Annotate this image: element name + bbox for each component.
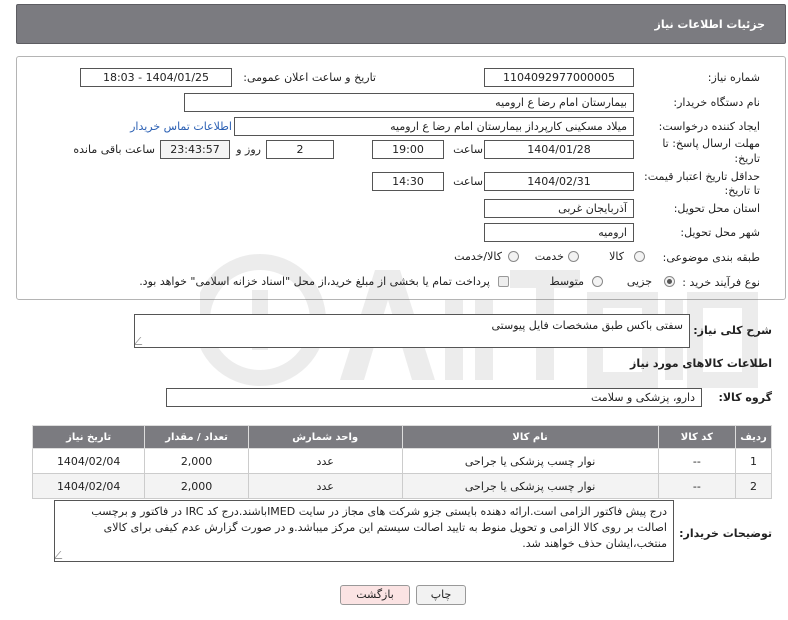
- goods-table-header: ردیف کد کالا نام کالا واحد شمارش تعداد /…: [31, 425, 772, 449]
- category-option-service: خدمت: [534, 250, 564, 263]
- province-label: استان محل تحویل:: [673, 202, 760, 215]
- category-option-goods-service: کالا/خدمت: [454, 250, 502, 263]
- unit-cell: عدد: [247, 448, 403, 474]
- resize-handle-icon[interactable]: [135, 337, 149, 345]
- goods-section-title: اطلاعات کالاهای مورد نیاز: [630, 357, 772, 370]
- buyer-contact-link[interactable]: اطلاعات تماس خریدار: [130, 120, 232, 133]
- requester-label: ایجاد کننده درخواست:: [658, 120, 760, 133]
- price-time-label: ساعت: [453, 175, 483, 188]
- code-cell: --: [657, 448, 737, 474]
- column-header-quantity: تعداد / مقدار: [144, 425, 249, 449]
- purchase-radio-minor[interactable]: [664, 276, 675, 287]
- table-row[interactable]: 2 -- نوار چسب پزشکی یا جراحی عدد 2,000 1…: [31, 473, 772, 499]
- price-time-field[interactable]: 14:30: [372, 172, 444, 191]
- announce-datetime-field[interactable]: 1404/01/25 - 18:03: [80, 68, 232, 87]
- remaining-time-field[interactable]: 23:43:57: [160, 140, 230, 159]
- name-cell: نوار چسب پزشکی یا جراحی: [401, 448, 659, 474]
- reply-time-field[interactable]: 19:00: [372, 140, 444, 159]
- price-deadline-label: حداقل تاریخ اعتبار قیمت:: [644, 170, 760, 183]
- category-radio-service[interactable]: [568, 251, 579, 262]
- requester-field[interactable]: میلاد مسکینی کارپرداز بیمارستان امام رضا…: [234, 117, 634, 136]
- days-remaining-field[interactable]: 2: [266, 140, 334, 159]
- name-cell: نوار چسب پزشکی یا جراحی: [401, 473, 659, 499]
- row-number-cell: 2: [735, 473, 772, 499]
- buyer-notes-label: توضیحات خریدار:: [679, 527, 772, 540]
- reply-time-label: ساعت: [453, 143, 483, 156]
- code-cell: --: [657, 473, 737, 499]
- purchase-option-medium: متوسط: [549, 275, 584, 288]
- treasury-payment-checkbox[interactable]: [498, 276, 509, 287]
- price-deadline-label-2: تا تاریخ:: [724, 184, 760, 197]
- reply-deadline-label-2: تاریخ:: [734, 152, 760, 165]
- reply-deadline-label: مهلت ارسال پاسخ: تا: [662, 137, 760, 150]
- city-field[interactable]: ارومیه: [484, 223, 634, 242]
- category-option-goods: کالا: [609, 250, 624, 263]
- reply-date-field[interactable]: 1404/01/28: [484, 140, 634, 159]
- category-radio-goods[interactable]: [634, 251, 645, 262]
- announce-datetime-label: تاریخ و ساعت اعلان عمومی:: [243, 71, 376, 84]
- resize-handle-icon[interactable]: [55, 551, 69, 559]
- buyer-notes-textarea[interactable]: درج پیش فاکتور الزامی است.ارائه دهنده با…: [54, 500, 674, 562]
- column-header-code: کد کالا: [657, 425, 737, 449]
- category-radio-goods-service[interactable]: [508, 251, 519, 262]
- column-header-need-date: تاریخ نیاز: [31, 425, 146, 449]
- buyer-org-field[interactable]: بیمارستان امام رضا ع ارومیه: [184, 93, 634, 112]
- page-header: جزئیات اطلاعات نیاز: [16, 4, 786, 44]
- quantity-cell: 2,000: [144, 473, 249, 499]
- goods-group-field[interactable]: دارو، پزشکی و سلامت: [166, 388, 702, 407]
- row-number-cell: 1: [735, 448, 772, 474]
- quantity-cell: 2,000: [144, 448, 249, 474]
- days-label: روز و: [236, 143, 261, 156]
- category-label: طبقه بندی موضوعی:: [662, 251, 760, 264]
- table-row[interactable]: 1 -- نوار چسب پزشکی یا جراحی عدد 2,000 1…: [31, 448, 772, 474]
- purchase-type-label: نوع فرآیند خرید :: [682, 276, 760, 289]
- description-textarea[interactable]: سفتی باکس طبق مشخصات فایل پیوستی: [134, 314, 690, 348]
- goods-group-label: گروه کالا:: [718, 391, 772, 404]
- need-number-label: شماره نیاز:: [707, 71, 760, 84]
- unit-cell: عدد: [247, 473, 403, 499]
- purchase-option-minor: جزیی: [626, 275, 652, 288]
- buyer-org-label: نام دستگاه خریدار:: [673, 96, 760, 109]
- city-label: شهر محل تحویل:: [680, 226, 760, 239]
- province-field[interactable]: آذربایجان غربی: [484, 199, 634, 218]
- column-header-row-number: ردیف: [735, 425, 772, 449]
- column-header-name: نام کالا: [401, 425, 659, 449]
- need-date-cell: 1404/02/04: [31, 473, 146, 499]
- price-date-field[interactable]: 1404/02/31: [484, 172, 634, 191]
- purchase-radio-medium[interactable]: [592, 276, 603, 287]
- need-date-cell: 1404/02/04: [31, 448, 146, 474]
- need-number-field[interactable]: 1104092977000005: [484, 68, 634, 87]
- goods-table: ردیف کد کالا نام کالا واحد شمارش تعداد /…: [31, 425, 772, 499]
- description-label: شرح کلی نیاز:: [693, 324, 772, 337]
- treasury-payment-note: پرداخت تمام یا بخشی از مبلغ خرید،از محل …: [139, 275, 490, 288]
- description-text: سفتی باکس طبق مشخصات فایل پیوستی: [491, 319, 684, 332]
- buyer-notes-text: درج پیش فاکتور الزامی است.ارائه دهنده با…: [91, 505, 667, 550]
- need-details-page: جزئیات اطلاعات نیاز شماره نیاز: 11040929…: [0, 0, 788, 620]
- page-title: جزئیات اطلاعات نیاز: [654, 18, 766, 31]
- remaining-time-label: ساعت باقی مانده: [73, 143, 155, 156]
- print-button[interactable]: چاپ: [416, 585, 466, 605]
- back-button[interactable]: بازگشت: [340, 585, 410, 605]
- column-header-unit: واحد شمارش: [247, 425, 403, 449]
